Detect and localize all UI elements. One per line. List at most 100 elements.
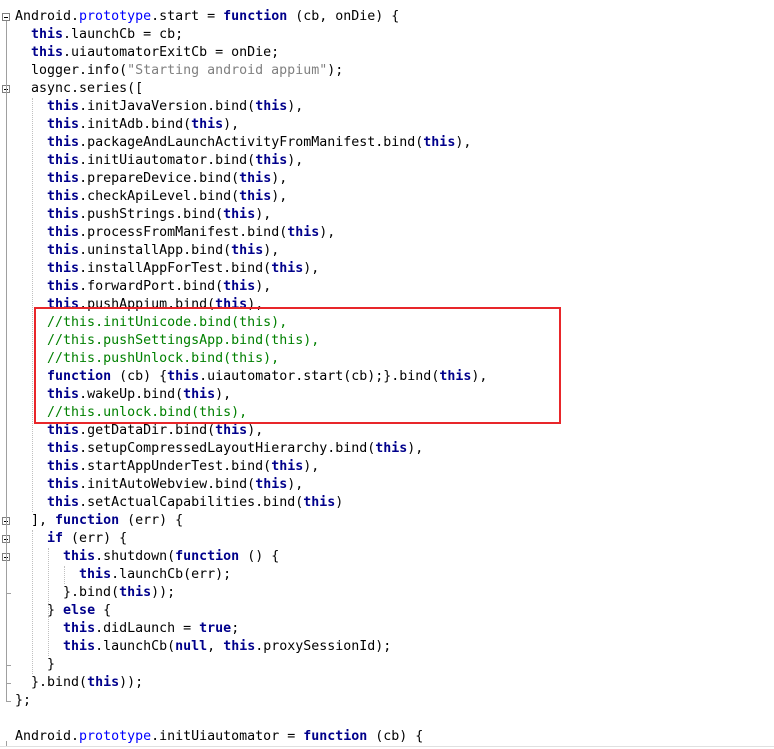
code-token: .launchCb( — [95, 639, 176, 654]
code-token: Android. — [15, 729, 80, 744]
code-line[interactable]: } else { — [15, 602, 111, 620]
code-line[interactable]: this.forwardPort.bind(this), — [15, 278, 271, 296]
code-token: ), — [303, 459, 320, 474]
code-token: .didLaunch = — [95, 621, 200, 636]
code-token: ), — [223, 117, 240, 132]
code-token: this — [31, 27, 64, 42]
code-token: prototype — [79, 9, 152, 24]
code-line[interactable]: this.initUiautomator.bind(this), — [15, 152, 303, 170]
code-token: this — [255, 99, 288, 114]
code-token: this — [271, 261, 304, 276]
code-line[interactable]: this.prepareDevice.bind(this), — [15, 170, 287, 188]
code-token: .proxySessionId); — [255, 639, 392, 654]
code-token: ) — [335, 495, 344, 510]
code-token: { — [95, 603, 112, 618]
code-token: .initUiautomator.bind( — [79, 153, 256, 168]
code-line[interactable]: this.setupCompressedLayoutHierarchy.bind… — [15, 440, 423, 458]
code-token: ), — [271, 189, 288, 204]
code-token: ), — [271, 171, 288, 186]
code-line[interactable]: Android.prototype.initUiautomator = func… — [15, 728, 423, 746]
code-line[interactable]: this.initAdb.bind(this), — [15, 116, 239, 134]
code-line[interactable]: this.uiautomatorExitCb = onDie; — [15, 44, 279, 62]
highlight-box — [34, 307, 561, 424]
code-line[interactable]: Android.prototype.start = function (cb, … — [15, 8, 399, 26]
code-line[interactable]: this.installAppForTest.bind(this), — [15, 260, 319, 278]
code-token: .uninstallApp.bind( — [79, 243, 232, 258]
code-token: }.bind( — [15, 675, 88, 690]
code-token: ], — [15, 513, 56, 528]
fold-end-marker — [6, 683, 11, 684]
code-line[interactable]: ], function (err) { — [15, 512, 183, 530]
fold-gutter — [0, 0, 14, 749]
code-token: this — [63, 621, 96, 636]
code-token: .shutdown( — [95, 549, 176, 564]
code-token: .initUiautomator = — [151, 729, 304, 744]
code-token: true — [199, 621, 232, 636]
code-token: .initAdb.bind( — [79, 117, 192, 132]
code-token: this — [31, 45, 64, 60]
code-token: "Starting android appium" — [127, 63, 328, 78]
code-token: .processFromManifest.bind( — [79, 225, 288, 240]
code-token: this — [423, 135, 456, 150]
code-token: this — [63, 639, 96, 654]
code-line[interactable]: }; — [15, 692, 31, 710]
indent-guide — [32, 98, 33, 512]
code-token: this — [87, 675, 120, 690]
code-token: (cb) { — [367, 729, 424, 744]
code-token: else — [63, 603, 96, 618]
code-token: if — [47, 531, 64, 546]
code-token: this — [303, 495, 336, 510]
code-line[interactable]: this.setActualCapabilities.bind(this) — [15, 494, 343, 512]
code-token: ), — [255, 279, 272, 294]
code-line[interactable]: this.processFromManifest.bind(this), — [15, 224, 335, 242]
code-line[interactable]: this.initAutoWebview.bind(this), — [15, 476, 303, 494]
code-token: this — [47, 261, 80, 276]
code-line[interactable]: async.series([ — [15, 80, 143, 98]
code-token: } — [15, 603, 64, 618]
code-token: (cb, onDie) { — [287, 9, 400, 24]
code-line[interactable]: this.uninstallApp.bind(this), — [15, 242, 279, 260]
code-token: this — [47, 441, 80, 456]
code-line[interactable]: logger.info("Starting android appium"); — [15, 62, 343, 80]
code-token: ), — [263, 243, 280, 258]
code-token: prototype — [79, 729, 152, 744]
fold-end-marker — [6, 593, 11, 594]
code-token: .setActualCapabilities.bind( — [79, 495, 304, 510]
code-token: ), — [247, 423, 264, 438]
code-line[interactable]: this.launchCb = cb; — [15, 26, 183, 44]
code-token: this — [287, 225, 320, 240]
code-token: Android. — [15, 9, 80, 24]
code-line[interactable]: this.initJavaVersion.bind(this), — [15, 98, 303, 116]
code-token: this — [223, 639, 256, 654]
fold-toggle-icon[interactable] — [2, 13, 10, 21]
code-token: function — [223, 9, 288, 24]
code-line[interactable]: }.bind(this)); — [15, 584, 175, 602]
code-line[interactable]: this.checkApiLevel.bind(this), — [15, 188, 287, 206]
code-token: )); — [119, 675, 144, 690]
code-token: .checkApiLevel.bind( — [79, 189, 240, 204]
code-token: this — [255, 153, 288, 168]
code-token: }; — [15, 693, 32, 708]
code-token: .getDataDir.bind( — [79, 423, 216, 438]
code-line[interactable]: } — [15, 656, 55, 674]
code-line[interactable]: this.getDataDir.bind(this), — [15, 422, 263, 440]
code-token: () { — [239, 549, 280, 564]
code-token: this — [239, 171, 272, 186]
code-line[interactable]: }.bind(this)); — [15, 674, 143, 692]
code-token: ), — [407, 441, 424, 456]
code-line[interactable]: this.packageAndLaunchActivityFromManifes… — [15, 134, 471, 152]
code-token: function — [55, 513, 120, 528]
indent-guide — [48, 548, 49, 656]
code-line[interactable]: this.launchCb(null, this.proxySessionId)… — [15, 638, 391, 656]
code-token: .startAppUnderTest.bind( — [79, 459, 272, 474]
code-token: function — [175, 549, 240, 564]
code-line[interactable]: this.startAppUnderTest.bind(this), — [15, 458, 319, 476]
code-token: this — [47, 279, 80, 294]
code-editor[interactable]: Android.prototype.start = function (cb, … — [0, 0, 774, 749]
code-line[interactable]: this.pushStrings.bind(this), — [15, 206, 271, 224]
code-token: this — [271, 459, 304, 474]
code-line[interactable]: this.shutdown(function () { — [15, 548, 279, 566]
code-token: this — [47, 477, 80, 492]
code-token: }.bind( — [15, 585, 120, 600]
